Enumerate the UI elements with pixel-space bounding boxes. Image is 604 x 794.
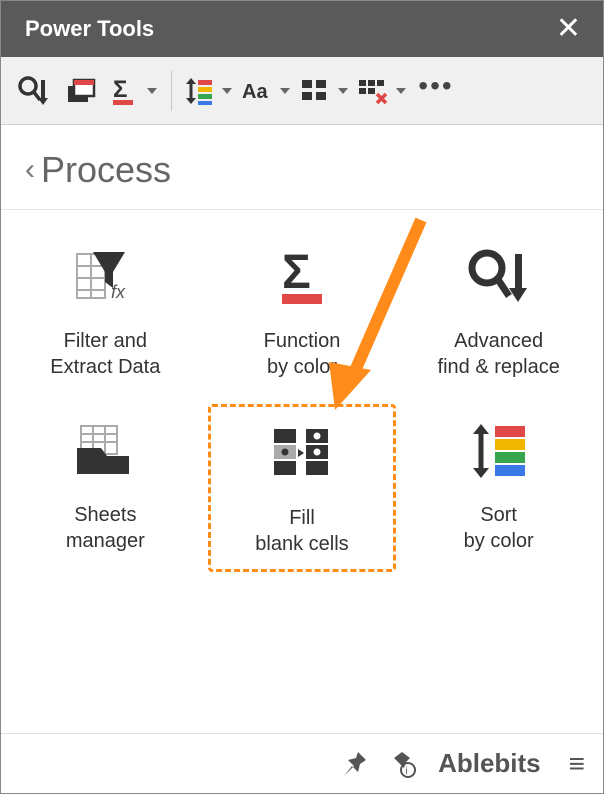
pin-icon[interactable]	[342, 750, 370, 778]
dropdown-caret-icon	[147, 88, 157, 94]
text-case-icon: Aa	[240, 74, 274, 108]
compare-sheets-button[interactable]	[59, 69, 103, 113]
breadcrumb-label: Process	[41, 149, 171, 191]
tile-label: Sort by color	[464, 502, 534, 554]
sort-by-color-icon	[465, 418, 533, 486]
footer: i Ablebits ≡	[1, 733, 603, 793]
filter-extract-icon: fx	[71, 244, 139, 312]
tile-grid: fx Filter and Extract Data Σ Function by…	[11, 230, 593, 572]
dropdown-caret-icon	[222, 88, 232, 94]
fill-blank-cells-icon	[268, 421, 336, 489]
svg-text:Σ: Σ	[282, 246, 311, 299]
sheets-manager-icon	[71, 418, 139, 486]
tile-sheets-manager[interactable]: Sheets manager	[11, 404, 200, 572]
tile-label: Advanced find & replace	[438, 328, 560, 380]
tile-function-by-color[interactable]: Σ Function by color	[208, 230, 397, 392]
remove-icon	[356, 74, 390, 108]
tile-label: Function by color	[264, 328, 341, 380]
text-case-button[interactable]: Aa	[240, 69, 294, 113]
menu-icon[interactable]: ≡	[569, 750, 585, 778]
advanced-find-replace-icon	[465, 244, 533, 312]
find-replace-button[interactable]	[11, 69, 55, 113]
close-icon[interactable]: ✕	[556, 14, 581, 44]
breadcrumb: ‹ Process	[1, 125, 603, 210]
svg-text:i: i	[406, 766, 408, 777]
toolbar: Σ Aa	[1, 57, 603, 125]
titlebar: Power Tools ✕	[1, 1, 603, 57]
window-title: Power Tools	[25, 16, 154, 42]
tile-fill-blank-cells[interactable]: Fill blank cells	[208, 404, 397, 572]
tile-label: Sheets manager	[66, 502, 145, 554]
tile-grid-wrap: fx Filter and Extract Data Σ Function by…	[1, 210, 603, 733]
split-icon	[298, 74, 332, 108]
function-by-color-icon: Σ	[268, 244, 336, 312]
svg-text:Aa: Aa	[242, 81, 268, 103]
info-pin-icon[interactable]: i	[388, 750, 416, 778]
sum-by-color-icon: Σ	[107, 74, 141, 108]
dropdown-caret-icon	[396, 88, 406, 94]
find-replace-icon	[16, 74, 50, 108]
tile-label: Fill blank cells	[255, 505, 348, 557]
brand-label: Ablebits	[438, 748, 541, 779]
svg-text:fx: fx	[111, 282, 126, 302]
more-icon: •••	[418, 86, 453, 96]
tile-label: Filter and Extract Data	[50, 328, 160, 380]
tile-sort-by-color[interactable]: Sort by color	[404, 404, 593, 572]
sum-by-color-button[interactable]: Σ	[107, 69, 161, 113]
back-chevron-icon[interactable]: ‹	[25, 153, 35, 187]
compare-sheets-icon	[64, 74, 98, 108]
dropdown-caret-icon	[338, 88, 348, 94]
remove-button[interactable]	[356, 69, 410, 113]
dropdown-caret-icon	[280, 88, 290, 94]
tile-advanced-find-replace[interactable]: Advanced find & replace	[404, 230, 593, 392]
sort-button[interactable]	[182, 69, 236, 113]
toolbar-divider	[171, 71, 172, 111]
sort-icon	[182, 74, 216, 108]
split-button[interactable]	[298, 69, 352, 113]
tile-filter-extract[interactable]: fx Filter and Extract Data	[11, 230, 200, 392]
more-button[interactable]: •••	[414, 69, 458, 113]
svg-text:Σ: Σ	[113, 76, 127, 103]
